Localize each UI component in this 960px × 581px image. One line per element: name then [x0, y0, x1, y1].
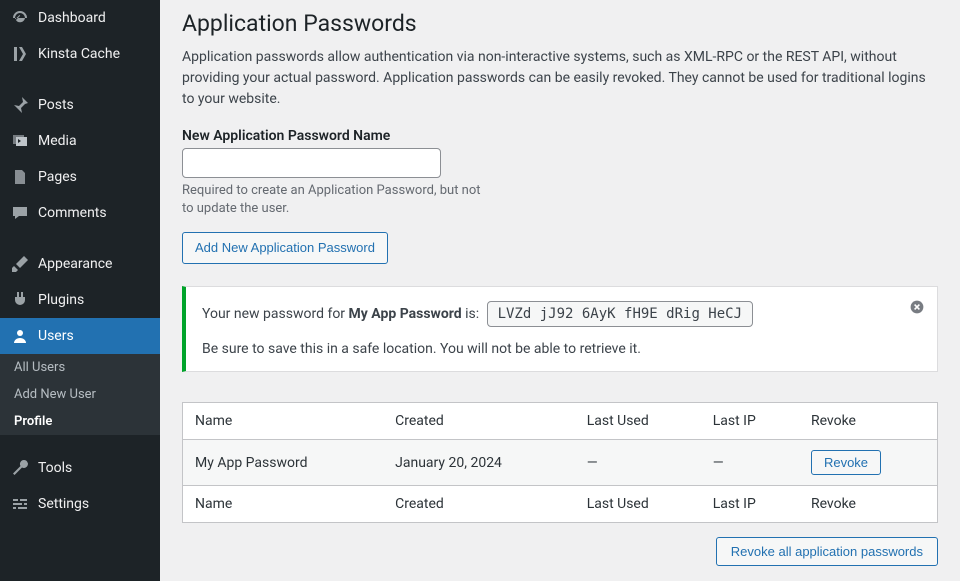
media-icon — [10, 131, 30, 151]
col-last-used: Last Used — [575, 403, 701, 440]
sidebar-item-comments[interactable]: Comments — [0, 195, 160, 231]
wrench-icon — [10, 458, 30, 478]
sliders-icon — [10, 494, 30, 514]
users-submenu: All Users Add New User Profile — [0, 354, 160, 435]
sidebar-item-label: Tools — [38, 460, 72, 476]
notice-save-note: Be sure to save this in a safe location.… — [202, 341, 897, 357]
col-created-foot: Created — [383, 486, 575, 523]
sidebar-item-label: Pages — [38, 169, 77, 185]
submenu-profile[interactable]: Profile — [0, 408, 160, 435]
new-password-name-label: New Application Password Name — [182, 128, 938, 144]
revoke-button[interactable]: Revoke — [811, 450, 881, 475]
sidebar-item-label: Comments — [38, 205, 107, 221]
sidebar-item-posts[interactable]: Posts — [0, 87, 160, 123]
cell-last-ip: — — [701, 440, 799, 486]
col-revoke: Revoke — [799, 403, 938, 440]
new-password-name-input[interactable] — [182, 148, 441, 178]
cell-last-used: — — [575, 440, 701, 486]
sidebar-item-media[interactable]: Media — [0, 123, 160, 159]
sidebar-item-plugins[interactable]: Plugins — [0, 282, 160, 318]
sidebar-item-label: Kinsta Cache — [38, 46, 120, 62]
plugin-icon — [10, 290, 30, 310]
brush-icon — [10, 254, 30, 274]
add-new-password-button[interactable]: Add New Application Password — [182, 232, 388, 264]
notice-app-name: My App Password — [349, 306, 462, 322]
sidebar-item-label: Appearance — [38, 256, 112, 272]
notice-mid: is: — [462, 306, 483, 322]
main-content: Application Passwords Application passwo… — [160, 0, 960, 581]
col-revoke-foot: Revoke — [799, 486, 938, 523]
new-password-notice: Your new password for My App Password is… — [182, 286, 938, 372]
col-name-foot: Name — [183, 486, 384, 523]
sidebar-item-label: Users — [38, 328, 74, 344]
col-last-ip-foot: Last IP — [701, 486, 799, 523]
col-last-ip: Last IP — [701, 403, 799, 440]
application-passwords-table: Name Created Last Used Last IP Revoke My… — [182, 402, 938, 523]
cell-created: January 20, 2024 — [383, 440, 575, 486]
revoke-all-button[interactable]: Revoke all application passwords — [716, 537, 938, 566]
sidebar-item-appearance[interactable]: Appearance — [0, 246, 160, 282]
cell-name: My App Password — [183, 440, 384, 486]
user-icon — [10, 326, 30, 346]
page-icon — [10, 167, 30, 187]
dashboard-icon — [10, 8, 30, 28]
col-created: Created — [383, 403, 575, 440]
admin-sidebar: Dashboard Kinsta Cache Posts Media Pages… — [0, 0, 160, 581]
sidebar-item-tools[interactable]: Tools — [0, 450, 160, 486]
sidebar-item-label: Posts — [38, 97, 74, 113]
page-description: Application passwords allow authenticati… — [182, 47, 938, 110]
col-last-used-foot: Last Used — [575, 486, 701, 523]
pin-icon — [10, 95, 30, 115]
generated-password: LVZd jJ92 6AyK fH9E dRig HeCJ — [487, 301, 753, 327]
sidebar-item-label: Settings — [38, 496, 89, 512]
col-name: Name — [183, 403, 384, 440]
sidebar-item-label: Dashboard — [38, 10, 106, 26]
page-title: Application Passwords — [182, 10, 938, 37]
table-row: My App Password January 20, 2024 — — Rev… — [183, 440, 938, 486]
kinsta-icon — [10, 44, 30, 64]
sidebar-item-users[interactable]: Users — [0, 318, 160, 354]
sidebar-item-pages[interactable]: Pages — [0, 159, 160, 195]
notice-prefix: Your new password for — [202, 306, 349, 322]
sidebar-item-dashboard[interactable]: Dashboard — [0, 0, 160, 36]
close-icon — [909, 299, 925, 315]
submenu-add-new-user[interactable]: Add New User — [0, 381, 160, 408]
sidebar-item-label: Media — [38, 133, 77, 149]
sidebar-item-label: Plugins — [38, 292, 84, 308]
submenu-all-users[interactable]: All Users — [0, 354, 160, 381]
dismiss-notice-button[interactable] — [907, 297, 927, 317]
comment-icon — [10, 203, 30, 223]
new-password-name-help: Required to create an Application Passwo… — [182, 182, 482, 218]
sidebar-item-settings[interactable]: Settings — [0, 486, 160, 522]
sidebar-item-kinsta-cache[interactable]: Kinsta Cache — [0, 36, 160, 72]
